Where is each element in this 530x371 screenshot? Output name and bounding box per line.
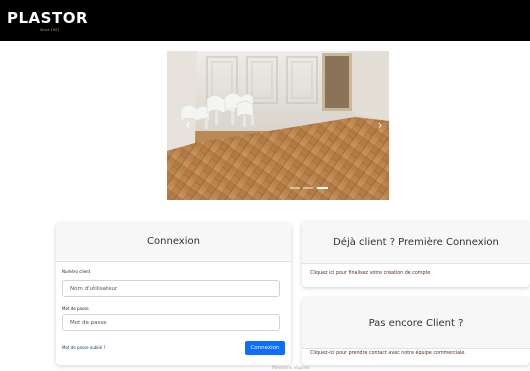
carousel-indicator-active[interactable] [317,187,328,189]
new-client-card: Pas encore Client ? Cliquez-ici pour pre… [302,298,530,365]
password-input[interactable]: Mot de passe [62,314,280,331]
login-submit-button[interactable]: Connexion [245,341,285,355]
forgot-password-link[interactable]: Mot de passe oublié ? [62,345,106,350]
carousel-indicator[interactable] [303,187,313,189]
brand-logo[interactable]: PLASTOR [7,11,88,26]
first-connection-title: Déjà client ? Première Connexion [302,222,530,264]
first-connection-card: Déjà client ? Première Connexion Cliquez… [302,222,530,287]
finalize-account-link[interactable]: Cliquez ici pour finalisez votre créatio… [310,271,430,276]
username-input[interactable]: Nom d'utilisateur [62,280,280,297]
left-overlay [0,330,30,370]
carousel-prev-chevron-left-icon[interactable]: ‹ [182,116,194,134]
login-title: Connexion [56,223,291,262]
carousel-indicators [290,187,330,190]
login-card: Connexion Numéro client Nom d'utilisateu… [56,223,291,365]
client-number-label: Numéro client [62,269,91,274]
carousel-next-chevron-right-icon[interactable]: › [374,116,386,134]
brand-tagline: Since 1927 [40,28,60,32]
new-client-title: Pas encore Client ? [302,298,530,349]
footer-legal-link[interactable]: Mentions légales [272,366,310,371]
password-label: Mot de passe [62,306,89,311]
top-header-bar: PLASTOR Since 1927 [0,0,530,41]
carousel-slide-image [167,51,389,200]
carousel-indicator[interactable] [290,187,300,189]
contact-sales-link[interactable]: Cliquez-ici pour prendre contact avec no… [310,351,466,356]
image-carousel [167,51,389,200]
